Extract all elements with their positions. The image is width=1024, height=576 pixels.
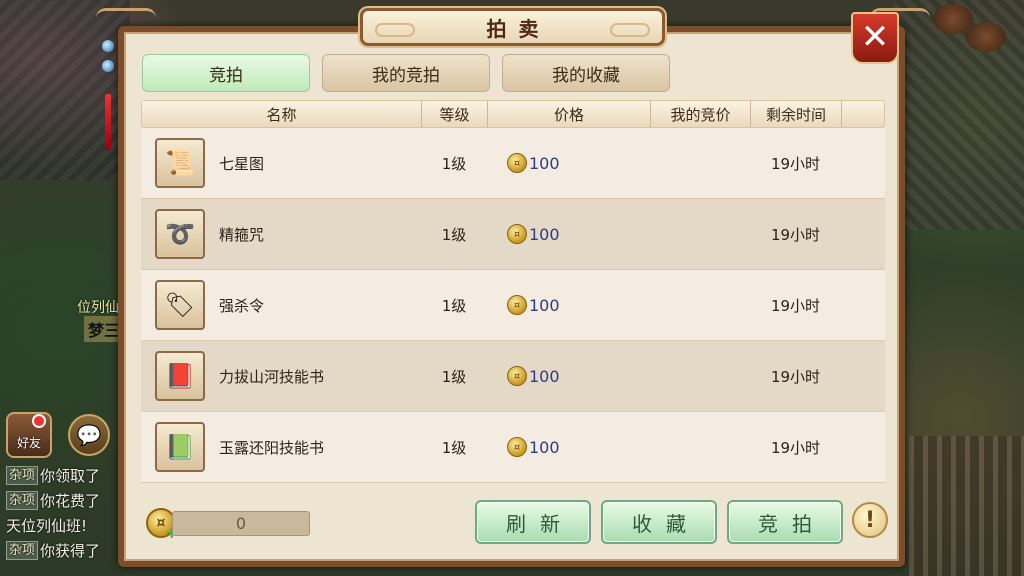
item-name: 力拔山河技能书 bbox=[219, 367, 325, 386]
header-spacer bbox=[842, 101, 884, 127]
item-level: 1级 bbox=[441, 225, 467, 244]
header-my-bid: 我的竞价 bbox=[651, 101, 751, 127]
tab-auction[interactable]: 竞拍 bbox=[142, 54, 310, 92]
coin-icon: ¤ bbox=[507, 224, 527, 244]
item-price: 100 bbox=[529, 224, 560, 244]
tassel-icon bbox=[105, 94, 111, 150]
friends-label: 好友 bbox=[16, 435, 41, 450]
my-bid-cell bbox=[650, 341, 750, 411]
bead-icon bbox=[102, 60, 114, 72]
item-time-left: 19小时 bbox=[770, 225, 821, 244]
cloud-ornament-icon bbox=[610, 23, 650, 37]
jade-ornament-icon bbox=[101, 40, 115, 150]
coin-icon: ¤ bbox=[507, 153, 527, 173]
price-cell: ¤ 100 bbox=[487, 128, 650, 198]
chat-tag: 杂项 bbox=[6, 466, 39, 485]
name-cell: 📜 七星图 bbox=[141, 128, 421, 198]
tab-my-favorites[interactable]: 我的收藏 bbox=[502, 54, 670, 92]
table-row[interactable]: 📗 玉露还阳技能书 1级 ¤ 100 19小时 bbox=[141, 412, 885, 483]
header-price: 价格 bbox=[488, 101, 651, 127]
item-level: 1级 bbox=[441, 367, 467, 386]
map-scroll-icon: 📜 bbox=[155, 138, 205, 188]
chat-line: 天位列仙班! bbox=[6, 513, 122, 538]
header-level: 等级 bbox=[422, 101, 488, 127]
name-cell: 📗 玉露还阳技能书 bbox=[141, 412, 421, 482]
chat-text: 你领取了 bbox=[40, 467, 101, 485]
green-skill-book-icon: 📗 bbox=[155, 422, 205, 472]
price-cell: ¤ 100 bbox=[487, 412, 650, 482]
my-bid-cell bbox=[650, 128, 750, 198]
item-time-left: 19小时 bbox=[770, 154, 821, 173]
item-price: 100 bbox=[529, 153, 560, 173]
header-time-left: 剩余时间 bbox=[751, 101, 842, 127]
my-bid-cell bbox=[650, 270, 750, 340]
chat-text: 天位列仙班! bbox=[6, 517, 88, 535]
item-time-left: 19小时 bbox=[770, 296, 821, 315]
item-level: 1级 bbox=[441, 296, 467, 315]
decree-token-icon: 🏷 bbox=[155, 280, 205, 330]
item-price: 100 bbox=[529, 366, 560, 386]
info-button[interactable]: ! bbox=[852, 502, 888, 538]
fence-right bbox=[909, 436, 1024, 576]
item-time-left: 19小时 bbox=[770, 367, 821, 386]
golden-ring-icon: ➰ bbox=[155, 209, 205, 259]
close-icon: ✕ bbox=[860, 17, 890, 57]
coin-icon: ¤ bbox=[507, 366, 527, 386]
chat-text: 你花费了 bbox=[40, 492, 101, 510]
price-cell: ¤ 100 bbox=[487, 199, 650, 269]
my-bid-cell bbox=[650, 412, 750, 482]
tab-my-bids[interactable]: 我的竞拍 bbox=[322, 54, 490, 92]
chat-button[interactable]: 💬 bbox=[68, 414, 110, 456]
item-price: 100 bbox=[529, 295, 560, 315]
brown-skill-book-icon: 📕 bbox=[155, 351, 205, 401]
chat-tag: 杂项 bbox=[6, 491, 39, 510]
coin-icon: ¤ bbox=[507, 295, 527, 315]
item-name: 精箍咒 bbox=[219, 225, 265, 244]
notification-dot-icon bbox=[32, 414, 46, 428]
favorite-button[interactable]: 收藏 bbox=[601, 500, 717, 544]
item-level: 1级 bbox=[441, 438, 467, 457]
table-row[interactable]: 🏷 强杀令 1级 ¤ 100 19小时 bbox=[141, 270, 885, 341]
name-cell: ➰ 精箍咒 bbox=[141, 199, 421, 269]
panel-title-plate: 拍卖 bbox=[360, 8, 665, 46]
chat-line: 杂项 你领取了 bbox=[6, 463, 122, 488]
auction-table: 名称 等级 价格 我的竞价 剩余时间 📜 七星图 1级 ¤ 100 19小时 ➰ … bbox=[141, 100, 885, 483]
item-time-left: 19小时 bbox=[770, 438, 821, 457]
chat-log: 杂项 你领取了 杂项 你花费了 天位列仙班! 杂项 你获得了 bbox=[6, 463, 122, 563]
item-name: 玉露还阳技能书 bbox=[219, 438, 325, 457]
item-name: 七星图 bbox=[219, 154, 265, 173]
item-name: 强杀令 bbox=[219, 296, 265, 315]
chat-line: 杂项 你获得了 bbox=[6, 538, 122, 563]
header-name: 名称 bbox=[142, 101, 422, 127]
chat-bubble-icon: 💬 bbox=[76, 423, 102, 447]
item-price: 100 bbox=[529, 437, 560, 457]
price-cell: ¤ 100 bbox=[487, 270, 650, 340]
item-level: 1级 bbox=[441, 154, 467, 173]
corner-decoration-left bbox=[96, 8, 156, 28]
my-bid-cell bbox=[650, 199, 750, 269]
table-header: 名称 等级 价格 我的竞价 剩余时间 bbox=[141, 100, 885, 128]
currency-balance: 0 bbox=[172, 511, 310, 536]
name-cell: 📕 力拔山河技能书 bbox=[141, 341, 421, 411]
close-button[interactable]: ✕ bbox=[851, 12, 899, 64]
side-title-text: 位列仙 bbox=[77, 300, 119, 316]
chat-line: 杂项 你花费了 bbox=[6, 488, 122, 513]
cloud-ornament-icon bbox=[375, 23, 415, 37]
chat-text: 你获得了 bbox=[40, 542, 101, 560]
name-cell: 🏷 强杀令 bbox=[141, 270, 421, 340]
friends-button[interactable]: 好友 bbox=[6, 412, 52, 458]
panel-title: 拍卖 bbox=[486, 16, 551, 41]
table-row[interactable]: 📕 力拔山河技能书 1级 ¤ 100 19小时 bbox=[141, 341, 885, 412]
refresh-button[interactable]: 刷新 bbox=[475, 500, 591, 544]
pot-icon bbox=[966, 22, 1006, 52]
chat-tag: 杂项 bbox=[6, 541, 39, 560]
table-row[interactable]: ➰ 精箍咒 1级 ¤ 100 19小时 bbox=[141, 199, 885, 270]
bead-icon bbox=[102, 40, 114, 52]
table-row[interactable]: 📜 七星图 1级 ¤ 100 19小时 bbox=[141, 128, 885, 199]
coin-icon: ¤ bbox=[507, 437, 527, 457]
bid-button[interactable]: 竞拍 bbox=[727, 500, 843, 544]
price-cell: ¤ 100 bbox=[487, 341, 650, 411]
